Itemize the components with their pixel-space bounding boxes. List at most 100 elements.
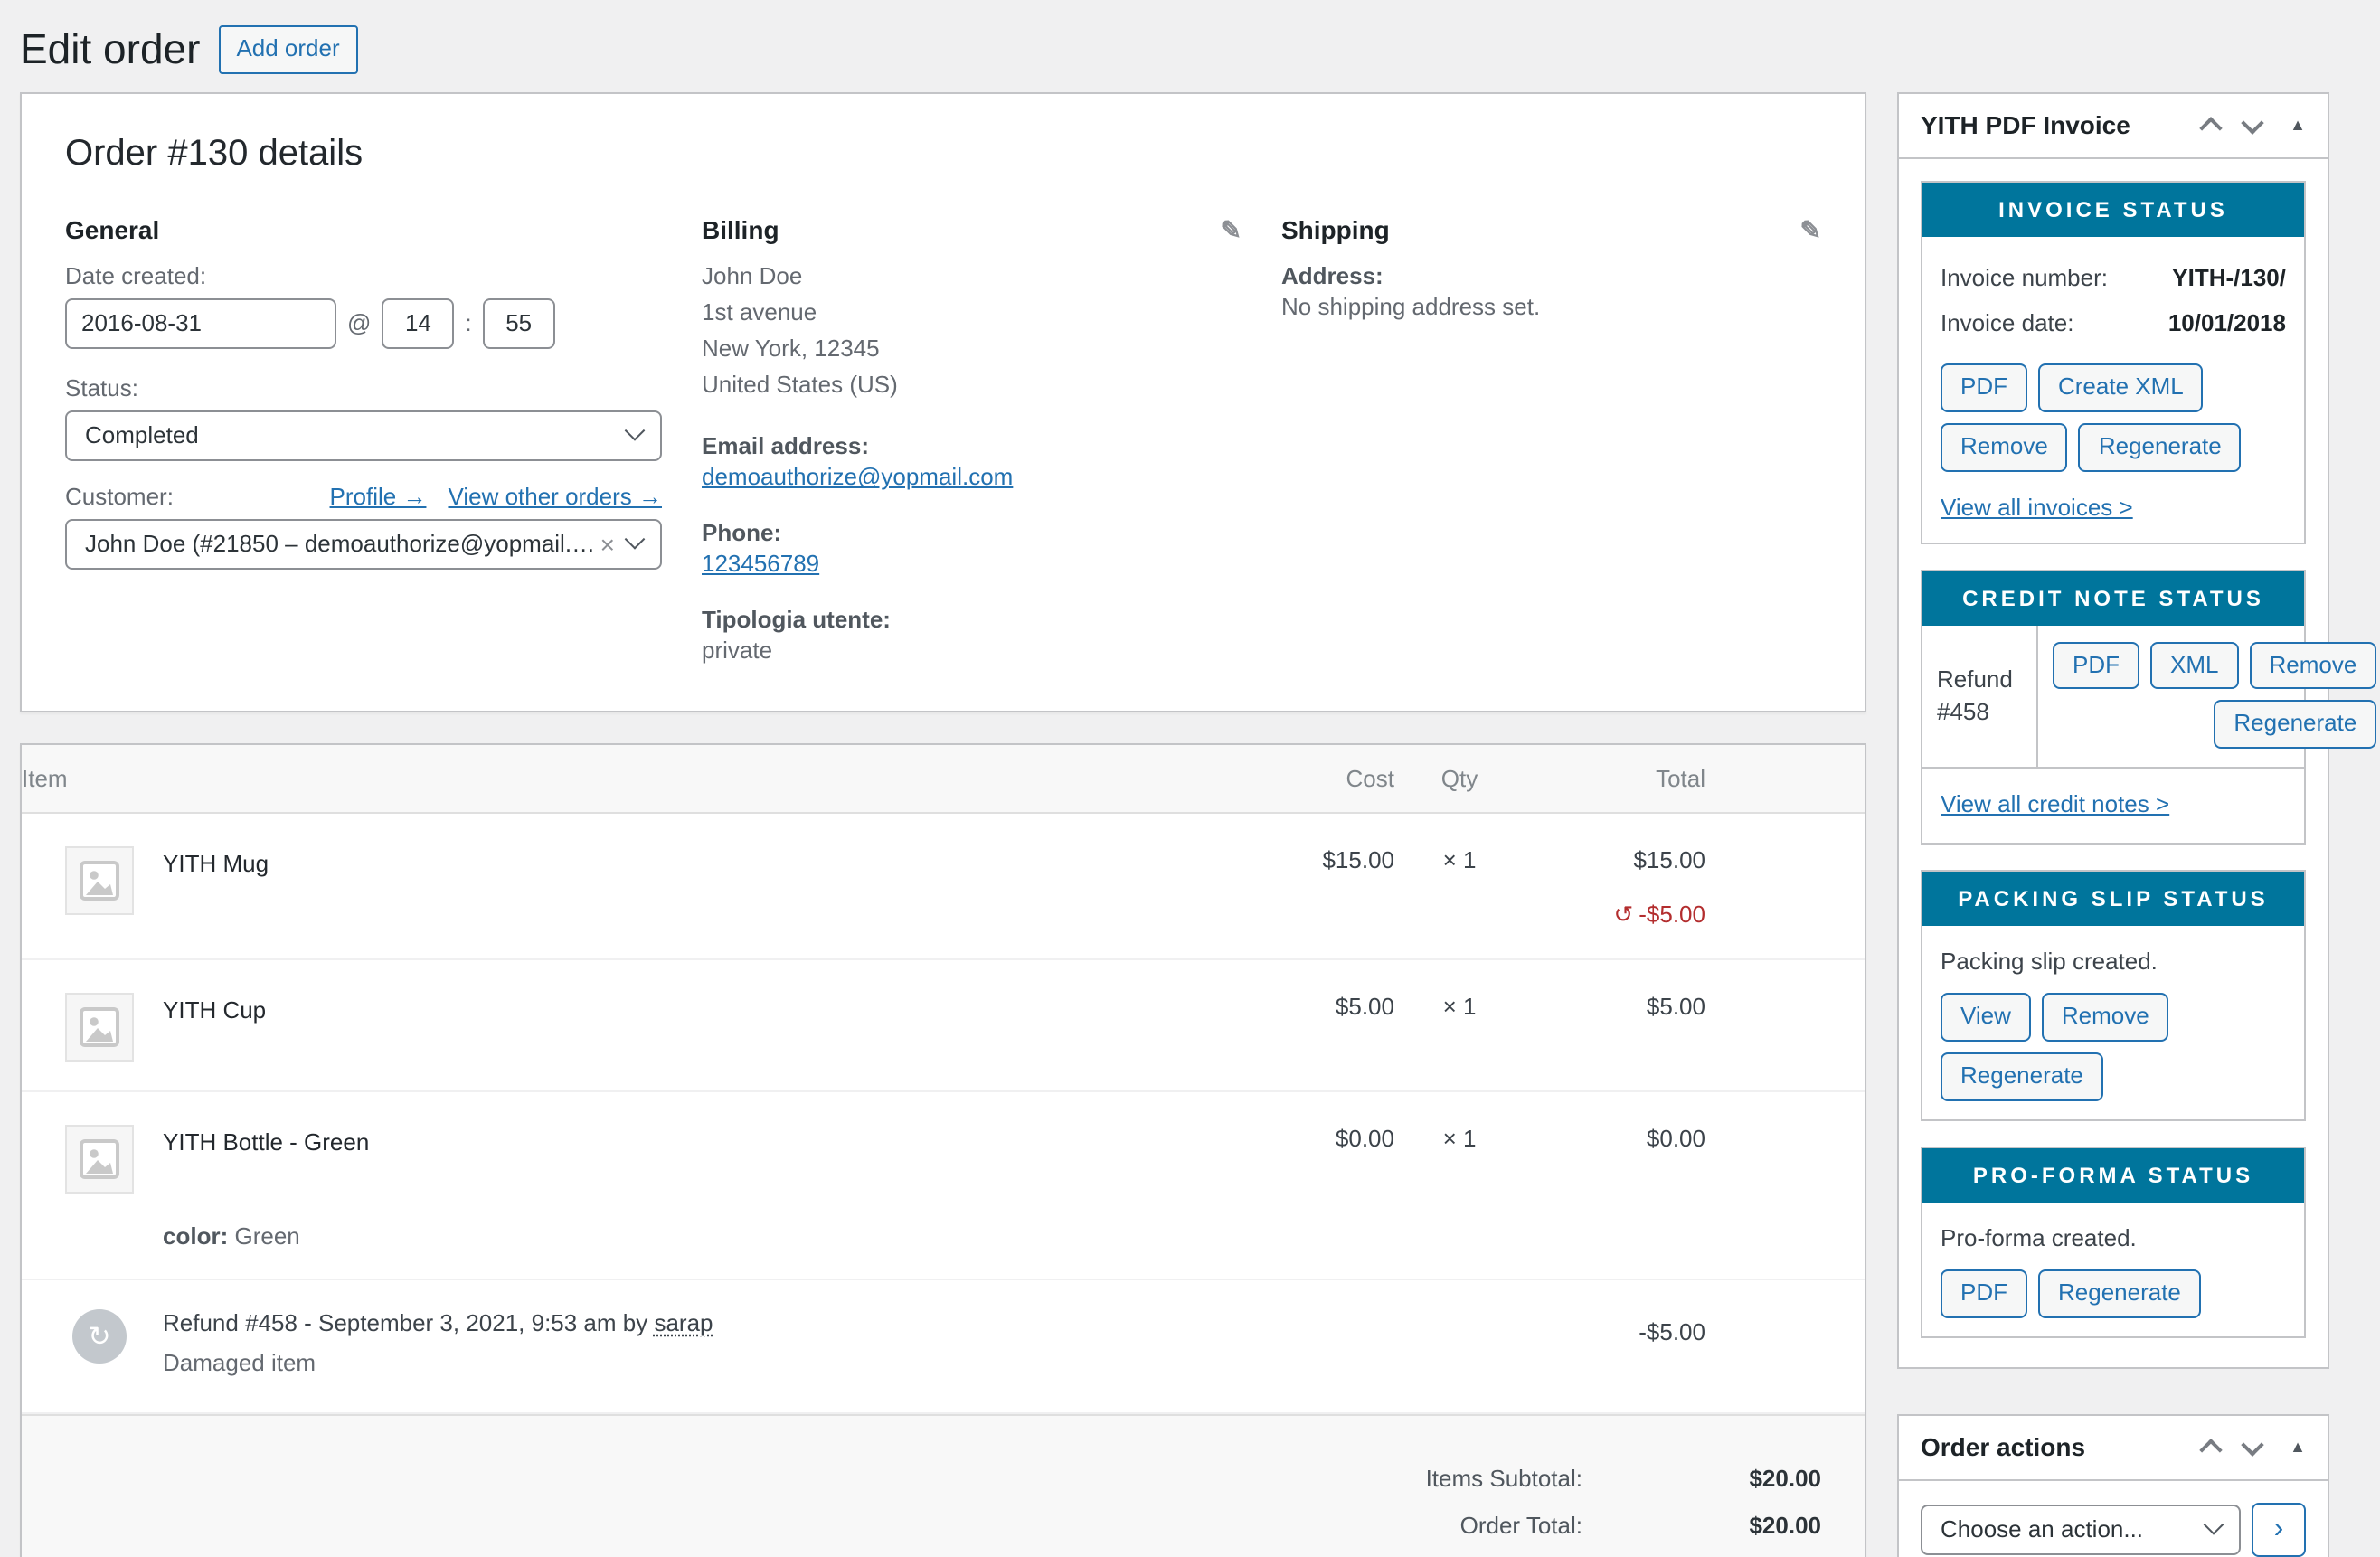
refund-icon: ↻: [72, 1310, 127, 1364]
item-refund-amount: -$5.00: [1639, 901, 1705, 929]
invoice-regenerate-button[interactable]: Regenerate: [2079, 422, 2242, 471]
packing-slip-view-button[interactable]: View: [1941, 994, 2031, 1043]
credit-note-remove-button[interactable]: Remove: [2249, 641, 2376, 690]
packing-slip-remove-button[interactable]: Remove: [2042, 994, 2169, 1043]
order-action-select[interactable]: Choose an action...: [1921, 1505, 2241, 1555]
order-total-label: Order Total:: [1460, 1504, 1582, 1551]
item-meta-value: Green: [235, 1223, 300, 1250]
item-name[interactable]: YITH Cup: [163, 994, 266, 1024]
clear-customer-icon[interactable]: ×: [600, 532, 615, 557]
invoice-status-table: INVOICE STATUS Invoice number: YITH-/130…: [1921, 181, 2306, 544]
refund-row: ↻ Refund #458 - September 3, 2021, 9:53 …: [22, 1281, 1865, 1415]
chevron-down-icon: [625, 529, 646, 550]
user-type-label: Tipologia utente:: [702, 607, 1242, 634]
refund-reason: Damaged item: [163, 1350, 713, 1377]
general-heading: General: [65, 215, 662, 244]
hour-input[interactable]: [382, 298, 454, 349]
credit-note-pdf-button[interactable]: PDF: [2053, 641, 2139, 690]
profile-link[interactable]: Profile →: [330, 483, 427, 510]
view-other-orders-link[interactable]: View other orders →: [448, 483, 662, 510]
email-link[interactable]: demoauthorize@yopmail.com: [702, 464, 1013, 491]
items-table-header: Item Cost Qty Total: [22, 746, 1865, 815]
image-placeholder-icon: [80, 1137, 119, 1184]
order-items-panel: Item Cost Qty Total: [20, 744, 1866, 1557]
move-up-icon[interactable]: [2199, 117, 2222, 139]
item-name[interactable]: YITH Mug: [163, 847, 269, 878]
packing-slip-regenerate-button[interactable]: Regenerate: [1941, 1052, 2103, 1101]
customer-select[interactable]: John Doe (#21850 – demoauthorize@yopmail…: [65, 519, 662, 570]
status-value: Completed: [85, 422, 199, 449]
shipping-heading: Shipping: [1281, 215, 1390, 244]
status-label: Status:: [65, 374, 662, 401]
item-qty: × 1: [1394, 1122, 1525, 1153]
apply-action-button[interactable]: ›: [2252, 1503, 2306, 1557]
table-row: YITH Cup $5.00 × 1 $5.00: [22, 961, 1865, 1093]
undo-arrow-icon: ↺: [1613, 901, 1633, 929]
item-total: $15.00: [1525, 847, 1705, 874]
postbox-title: YITH PDF Invoice: [1921, 111, 2130, 140]
refund-user-link[interactable]: sarap: [654, 1310, 713, 1337]
view-all-invoices-link[interactable]: View all invoices >: [1941, 493, 2133, 520]
order-totals-section: Items Subtotal: $20.00 Order Total: $20.…: [22, 1415, 1865, 1557]
invoice-create-xml-button[interactable]: Create XML: [2038, 363, 2204, 412]
image-placeholder-icon: [80, 1005, 119, 1052]
postbox-header: Order actions ▲: [1899, 1416, 2328, 1481]
minute-input[interactable]: [483, 298, 555, 349]
image-placeholder-icon: [80, 858, 119, 905]
credit-note-status-table: CREDIT NOTE STATUS Refund #458 PDF XML R…: [1921, 569, 2306, 845]
credit-note-regenerate-button[interactable]: Regenerate: [2214, 701, 2376, 750]
time-separator: :: [465, 310, 471, 337]
edit-shipping-pencil-icon[interactable]: ✎: [1800, 217, 1821, 242]
product-image-placeholder: [65, 1126, 134, 1194]
invoice-pdf-button[interactable]: PDF: [1941, 363, 2027, 412]
customer-value: John Doe (#21850 – demoauthorize@yopmail…: [85, 531, 600, 558]
invoice-date-value: 10/01/2018: [2168, 300, 2286, 345]
edit-order-page: Edit order Add order Order #130 details …: [0, 0, 2380, 1557]
add-order-button[interactable]: Add order: [218, 26, 357, 74]
credit-note-status-header: CREDIT NOTE STATUS: [1922, 571, 2304, 625]
item-qty: × 1: [1394, 990, 1525, 1021]
invoice-number-label: Invoice number:: [1941, 255, 2108, 300]
shipping-column: Shipping ✎ Address: No shipping address …: [1281, 201, 1821, 665]
date-created-input[interactable]: [65, 298, 336, 349]
invoice-status-header: INVOICE STATUS: [1922, 183, 2304, 237]
item-name[interactable]: YITH Bottle - Green: [163, 1126, 369, 1156]
column-total: Total: [1525, 746, 1705, 813]
phone-label: Phone:: [702, 520, 1242, 547]
item-meta-label: color:: [163, 1223, 228, 1250]
refund-title-text: Refund #458 - September 3, 2021, 9:53 am…: [163, 1310, 654, 1337]
order-actions-postbox: Order actions ▲ Choose an action... ›: [1897, 1414, 2329, 1557]
page-title: Edit order: [20, 24, 200, 76]
pro-forma-pdf-button[interactable]: PDF: [1941, 1269, 2027, 1318]
view-all-credit-notes-link[interactable]: View all credit notes >: [1941, 791, 2169, 818]
collapse-toggle-icon[interactable]: ▲: [2290, 1439, 2306, 1457]
move-down-icon[interactable]: [2241, 111, 2263, 134]
credit-note-xml-button[interactable]: XML: [2150, 641, 2238, 690]
billing-name: John Doe: [702, 259, 1242, 295]
postbox-title: Order actions: [1921, 1433, 2085, 1462]
invoice-remove-button[interactable]: Remove: [1941, 422, 2068, 471]
move-down-icon[interactable]: [2241, 1433, 2263, 1456]
pro-forma-regenerate-button[interactable]: Regenerate: [2038, 1269, 2201, 1318]
phone-link[interactable]: 123456789: [702, 551, 819, 578]
pro-forma-status-table: PRO-FORMA STATUS Pro-forma created. PDF …: [1921, 1147, 2306, 1338]
status-select[interactable]: Completed: [65, 410, 662, 461]
email-label: Email address:: [702, 433, 1242, 460]
chevron-down-icon: [625, 420, 646, 441]
column-cost: Cost: [1235, 746, 1394, 813]
refund-total: -$5.00: [1525, 1310, 1705, 1346]
items-subtotal-value: $20.00: [1582, 1457, 1821, 1504]
edit-billing-pencil-icon[interactable]: ✎: [1221, 217, 1242, 242]
shipping-address-value: No shipping address set.: [1281, 293, 1821, 320]
apply-arrow-icon: ›: [2274, 1514, 2284, 1546]
move-up-icon[interactable]: [2199, 1439, 2222, 1461]
item-qty: × 1: [1394, 844, 1525, 874]
general-column: General Date created: @ : Status: Comple…: [65, 201, 662, 665]
postbox-header: YITH PDF Invoice ▲: [1899, 94, 2328, 159]
refund-title: Refund #458 - September 3, 2021, 9:53 am…: [163, 1301, 713, 1337]
at-symbol: @: [347, 310, 371, 337]
packing-slip-status-text: Packing slip created.: [1941, 948, 2286, 976]
billing-column: Billing ✎ John Doe 1st avenue New York, …: [702, 201, 1242, 665]
item-total: $5.00: [1525, 990, 1705, 1021]
collapse-toggle-icon[interactable]: ▲: [2290, 117, 2306, 135]
